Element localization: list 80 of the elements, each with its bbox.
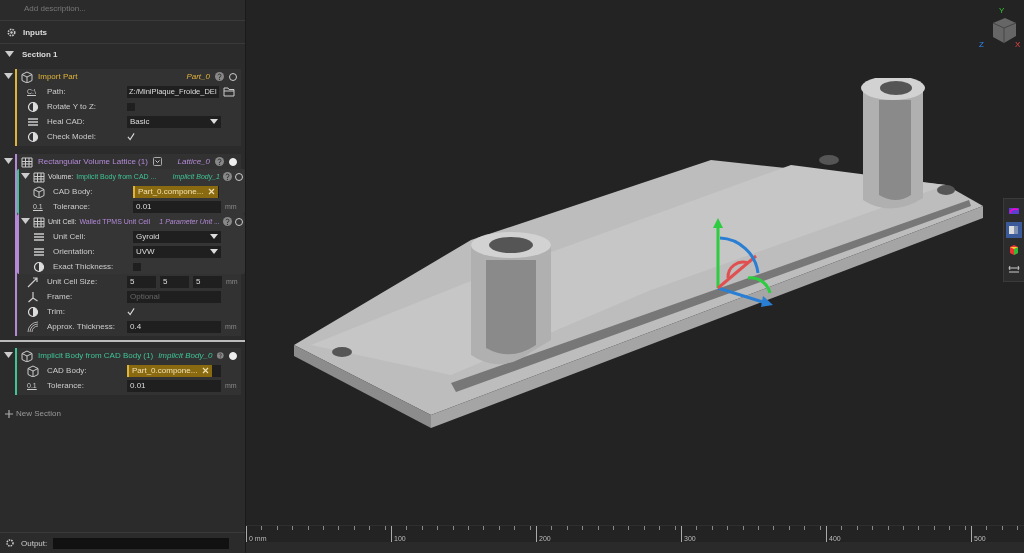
input-field[interactable]: 0.01 [133,200,221,213]
lattice-icon [21,155,33,168]
caret-icon[interactable] [4,158,13,165]
output-name: Implicit Body_0 [158,351,213,360]
field-label: Rotate Y to Z: [47,102,98,111]
cube-icon [21,349,33,362]
input-field[interactable]: 5 [160,275,189,288]
half-circle-icon [27,305,39,318]
field-label: Tolerance: [53,202,91,211]
section-title: Section 1 [22,49,58,59]
cube-icon [21,70,33,83]
input-field[interactable]: 5 [127,275,156,288]
cube-icon [27,364,39,377]
output-name: Part_0 [186,72,210,81]
field-label: Frame: [47,292,74,301]
caret-icon [210,234,218,239]
field-label: Check Model: [47,132,97,141]
dropdown[interactable]: Gyroid [133,230,221,243]
axes-icon [27,290,39,303]
field-label: Heal CAD: [47,117,86,126]
block-title: Rectangular Volume Lattice (1) [38,157,148,166]
list-icon [27,115,39,128]
field-label: Orientation: [53,247,96,256]
new-section-link[interactable]: New Section [0,409,245,418]
gear-icon [6,26,17,38]
field-label: Exact Thickness: [53,262,115,271]
folder-icon[interactable] [222,86,235,97]
body-tag[interactable]: Part_0.compone... [127,364,213,377]
field-label: Tolerance: [47,381,85,390]
help-icon [223,217,232,226]
panel-title: Inputs [23,27,47,37]
close-icon [202,367,210,374]
block-title: Implicit Body from CAD Body (1) [38,351,154,360]
body-tag[interactable]: Part_0.compone... [133,185,219,198]
list-icon [33,245,45,258]
caret-icon [210,249,218,254]
help-icon [223,172,232,181]
checkbox[interactable] [127,132,135,141]
input-field[interactable]: 0.01 [127,379,221,392]
field-label: CAD Body: [53,187,94,196]
input-field[interactable]: 5 [193,275,222,288]
output-name: Lattice_0 [177,157,210,166]
axis-label: Z [979,40,984,49]
half-circle-icon [27,130,39,143]
field-label: Trim: [47,307,66,316]
list-icon [33,230,45,243]
half-circle-icon [33,260,45,273]
caret-icon[interactable] [21,173,30,180]
input-field[interactable]: 0.4 [127,320,221,333]
caret-icon[interactable] [21,218,30,225]
axis-label: Y [999,6,1005,15]
wave-icon [27,320,39,333]
close-icon [208,188,216,195]
help-icon [217,351,224,360]
caret-icon[interactable] [5,50,14,58]
gear-icon [5,538,15,548]
dropdown-icon[interactable] [152,157,162,166]
help-icon [215,157,224,166]
diagonal-arrow-icon [27,275,39,288]
checkbox[interactable] [127,307,135,316]
field-label: CAD Body: [47,366,88,375]
plus-icon [5,409,13,418]
caret-icon[interactable] [4,352,13,359]
cube-icon [33,185,45,198]
output-field[interactable] [53,537,230,549]
axis-label: X [1015,40,1021,49]
field-label: Unit Cell Size: [47,277,99,286]
dropdown[interactable]: UVW [133,245,221,258]
lattice-icon [33,215,45,228]
field-label: Path: [47,87,67,96]
caret-icon[interactable] [4,73,13,80]
field-label: Unit Cell: [53,232,87,241]
help-icon [215,72,224,81]
field-label: Approx. Thickness: [47,322,116,331]
output-label: Output: [21,538,48,548]
caret-icon [210,119,218,124]
half-circle-icon [27,100,39,113]
lattice-icon [33,170,45,183]
dropdown[interactable]: Basic [127,115,221,128]
block-title: Import Part [38,72,78,81]
